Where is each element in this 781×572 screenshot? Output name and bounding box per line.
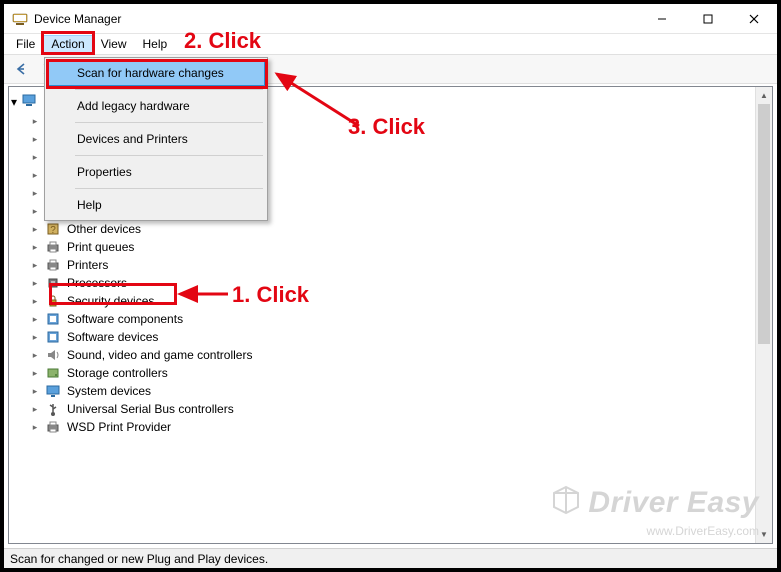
tree-item-label: Universal Serial Bus controllers <box>65 402 236 416</box>
chevron-right-icon[interactable]: ▸ <box>29 367 41 379</box>
chevron-right-icon[interactable]: ▸ <box>29 349 41 361</box>
tree-item[interactable]: ▸ WSD Print Provider <box>29 418 770 436</box>
tree-item-label: Storage controllers <box>65 366 170 380</box>
menu-view[interactable]: View <box>93 35 135 53</box>
titlebar: Device Manager <box>4 4 777 34</box>
menubar: File Action View Help <box>4 34 777 54</box>
toolbar-back-button[interactable] <box>10 58 32 80</box>
menu-separator <box>75 155 263 156</box>
menu-item-add-legacy[interactable]: Add legacy hardware <box>47 93 265 119</box>
tree-item-label: Processors <box>65 276 129 290</box>
tree-item[interactable]: ▸ Printers <box>29 256 770 274</box>
chevron-right-icon[interactable]: ▸ <box>29 223 41 235</box>
chevron-right-icon[interactable]: ▸ <box>29 115 41 127</box>
statusbar: Scan for changed or new Plug and Play de… <box>4 548 777 568</box>
tree-item[interactable]: ▸ Storage controllers <box>29 364 770 382</box>
tree-item-label: Sound, video and game controllers <box>65 348 254 362</box>
device-icon <box>45 347 61 363</box>
svg-text:?: ? <box>50 225 56 236</box>
tree-item-label: Software components <box>65 312 185 326</box>
device-icon: ? <box>45 221 61 237</box>
close-button[interactable] <box>731 4 777 34</box>
tree-item[interactable]: ▸ Universal Serial Bus controllers <box>29 400 770 418</box>
chevron-right-icon[interactable]: ▸ <box>29 313 41 325</box>
menu-separator <box>75 89 263 90</box>
menu-item-help[interactable]: Help <box>47 192 265 218</box>
device-icon <box>45 293 61 309</box>
tree-item[interactable]: ▸ Processors <box>29 274 770 292</box>
chevron-right-icon[interactable]: ▸ <box>29 421 41 433</box>
tree-item-label: Security devices <box>65 294 156 308</box>
device-icon <box>45 329 61 345</box>
menu-separator <box>75 122 263 123</box>
tree-item-label: Other devices <box>65 222 143 236</box>
device-icon <box>45 383 61 399</box>
chevron-right-icon[interactable]: ▸ <box>29 241 41 253</box>
minimize-button[interactable] <box>639 4 685 34</box>
device-icon <box>45 311 61 327</box>
chevron-down-icon[interactable]: ▾ <box>11 95 17 109</box>
menu-file[interactable]: File <box>8 35 43 53</box>
menu-item-scan-hardware[interactable]: Scan for hardware changes <box>47 60 265 86</box>
tree-item-label: Printers <box>65 258 110 272</box>
computer-icon <box>21 92 37 111</box>
device-icon <box>45 419 61 435</box>
vertical-scrollbar[interactable]: ▲ ▼ <box>755 87 772 543</box>
tree-item[interactable]: ▸ Software components <box>29 310 770 328</box>
tree-item[interactable]: ▸ Software devices <box>29 328 770 346</box>
device-icon <box>45 257 61 273</box>
scroll-down-button[interactable]: ▼ <box>756 526 772 543</box>
tree-item-label: Software devices <box>65 330 160 344</box>
chevron-right-icon[interactable]: ▸ <box>29 403 41 415</box>
menu-help[interactable]: Help <box>135 35 176 53</box>
chevron-right-icon[interactable]: ▸ <box>29 205 41 217</box>
menu-item-devices-printers[interactable]: Devices and Printers <box>47 126 265 152</box>
chevron-right-icon[interactable]: ▸ <box>29 133 41 145</box>
device-icon <box>45 365 61 381</box>
tree-item[interactable]: ▸? Other devices <box>29 220 770 238</box>
chevron-right-icon[interactable]: ▸ <box>29 295 41 307</box>
window-title: Device Manager <box>34 12 121 26</box>
device-icon <box>45 275 61 291</box>
menu-action[interactable]: Action <box>43 35 92 53</box>
statusbar-text: Scan for changed or new Plug and Play de… <box>10 552 268 566</box>
scroll-thumb[interactable] <box>758 104 770 344</box>
tree-item[interactable]: ▸ System devices <box>29 382 770 400</box>
app-icon <box>12 11 28 27</box>
scroll-up-button[interactable]: ▲ <box>756 87 772 104</box>
menu-separator <box>75 188 263 189</box>
tree-item-label: Print queues <box>65 240 136 254</box>
device-icon <box>45 239 61 255</box>
chevron-right-icon[interactable]: ▸ <box>29 169 41 181</box>
device-icon <box>45 401 61 417</box>
menu-item-properties[interactable]: Properties <box>47 159 265 185</box>
window-controls <box>639 4 777 34</box>
chevron-right-icon[interactable]: ▸ <box>29 331 41 343</box>
action-menu-dropdown: Scan for hardware changes Add legacy har… <box>44 57 268 221</box>
tree-item[interactable]: ▸ Print queues <box>29 238 770 256</box>
tree-item[interactable]: ▸ Sound, video and game controllers <box>29 346 770 364</box>
chevron-right-icon[interactable]: ▸ <box>29 385 41 397</box>
chevron-right-icon[interactable]: ▸ <box>29 277 41 289</box>
tree-item-label: WSD Print Provider <box>65 420 173 434</box>
chevron-right-icon[interactable]: ▸ <box>29 151 41 163</box>
tree-item-label: System devices <box>65 384 153 398</box>
maximize-button[interactable] <box>685 4 731 34</box>
chevron-right-icon[interactable]: ▸ <box>29 187 41 199</box>
chevron-right-icon[interactable]: ▸ <box>29 259 41 271</box>
tree-item[interactable]: ▸ Security devices <box>29 292 770 310</box>
